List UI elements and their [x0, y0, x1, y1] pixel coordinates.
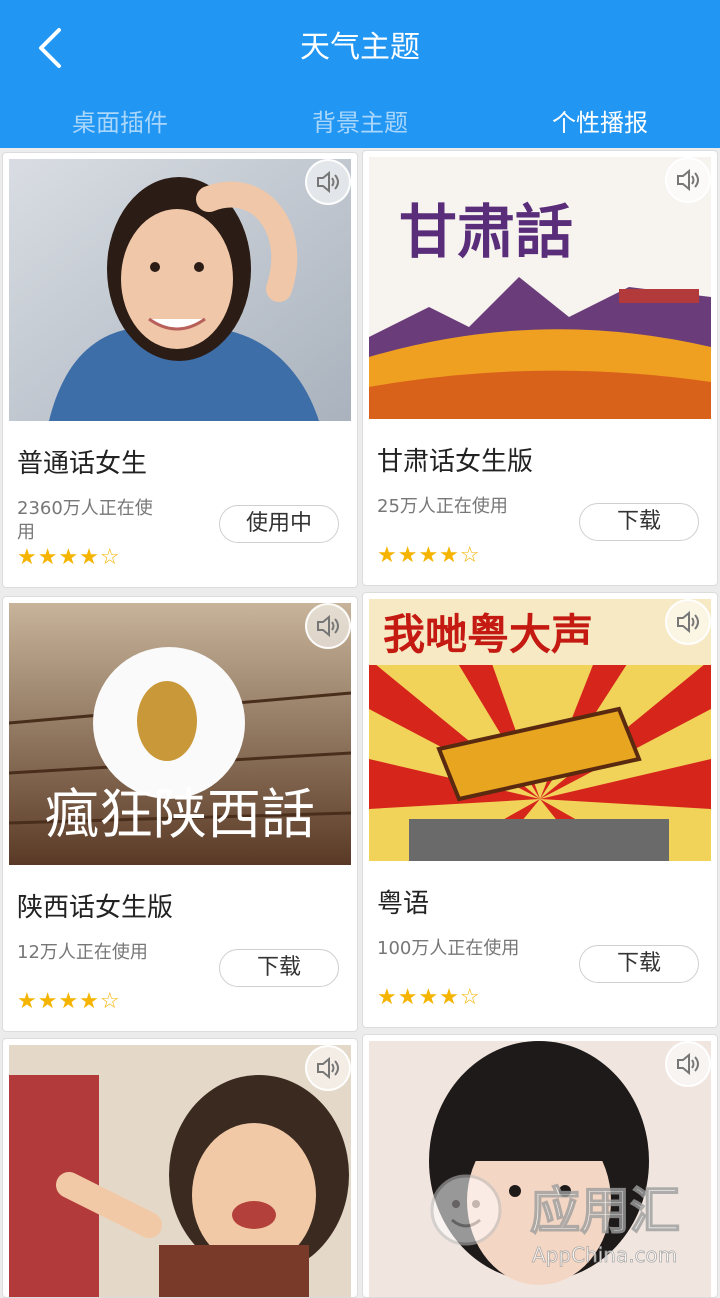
- image-title: 瘋狂陕西話: [45, 783, 315, 846]
- download-button[interactable]: 下载: [219, 949, 339, 987]
- user-count: 2360万人正在使用: [17, 498, 153, 543]
- page-title: 天气主题: [300, 30, 420, 65]
- tab-voice-broadcast[interactable]: 个性播报: [480, 98, 720, 148]
- speaker-icon: [677, 1052, 699, 1076]
- image-title: 甘肃話: [399, 198, 573, 266]
- rating-stars: ★★★★☆: [17, 545, 121, 570]
- voice-card-shaanxi[interactable]: 瘋狂陕西話 陕西话女生版 12万人正在使用 ★★★★☆ 下载: [2, 596, 358, 1032]
- tab-background-theme[interactable]: 背景主题: [240, 98, 480, 148]
- voice-thumbnail: 瘋狂陕西話: [9, 603, 351, 865]
- voice-thumbnail: [9, 1045, 351, 1297]
- watermark-subtext: AppChina.com: [532, 1243, 677, 1267]
- user-count: 100万人正在使用: [377, 938, 520, 959]
- speaker-icon: [317, 170, 339, 194]
- voice-card-putonghua[interactable]: 普通话女生 2360万人正在使用 ★★★★☆ 使用中: [2, 152, 358, 588]
- preview-sound-button[interactable]: [305, 603, 351, 649]
- appchina-logo-icon: [430, 1174, 502, 1246]
- preview-sound-button[interactable]: [305, 159, 351, 205]
- in-use-button[interactable]: 使用中: [219, 505, 339, 543]
- user-count: 12万人正在使用: [17, 942, 148, 963]
- voice-thumbnail: 甘肃話: [369, 157, 711, 419]
- rating-stars: ★★★★☆: [17, 989, 121, 1014]
- speaker-icon: [317, 614, 339, 638]
- voice-card-gansu[interactable]: 甘肃話 甘肃话女生版 25万人正在使用 ★★★★☆ 下载: [362, 150, 718, 586]
- rating-stars: ★★★★☆: [377, 985, 481, 1010]
- user-count: 25万人正在使用: [377, 496, 508, 517]
- voice-card-child[interactable]: [2, 1038, 358, 1298]
- preview-sound-button[interactable]: [665, 157, 711, 203]
- voice-thumbnail: 我哋粤大声: [369, 599, 711, 861]
- voice-name: 甘肃话女生版: [377, 447, 534, 477]
- tab-bar: 桌面插件 背景主题 个性播报: [0, 98, 720, 148]
- download-button[interactable]: 下载: [579, 945, 699, 983]
- voice-name: 陕西话女生版: [17, 893, 174, 923]
- preview-sound-button[interactable]: [305, 1045, 351, 1091]
- voice-thumbnail: [9, 159, 351, 421]
- tab-desktop-widget[interactable]: 桌面插件: [0, 98, 240, 148]
- preview-sound-button[interactable]: [665, 599, 711, 645]
- rating-stars: ★★★★☆: [377, 543, 481, 568]
- voice-name: 普通话女生: [17, 449, 148, 479]
- top-bar: 天气主题 桌面插件 背景主题 个性播报: [0, 0, 720, 148]
- speaker-icon: [317, 1056, 339, 1080]
- appchina-watermark: 应用汇 AppChina.com: [420, 1150, 720, 1280]
- speaker-icon: [677, 610, 699, 634]
- download-button[interactable]: 下载: [579, 503, 699, 541]
- image-title: 我哋粤大声: [383, 610, 593, 659]
- voice-name: 粤语: [377, 889, 430, 919]
- voice-card-cantonese[interactable]: 我哋粤大声 粤语 100万人正在使用 ★★★★☆ 下载: [362, 592, 718, 1028]
- watermark-text: 应用汇: [530, 1182, 680, 1240]
- preview-sound-button[interactable]: [665, 1041, 711, 1087]
- speaker-icon: [677, 168, 699, 192]
